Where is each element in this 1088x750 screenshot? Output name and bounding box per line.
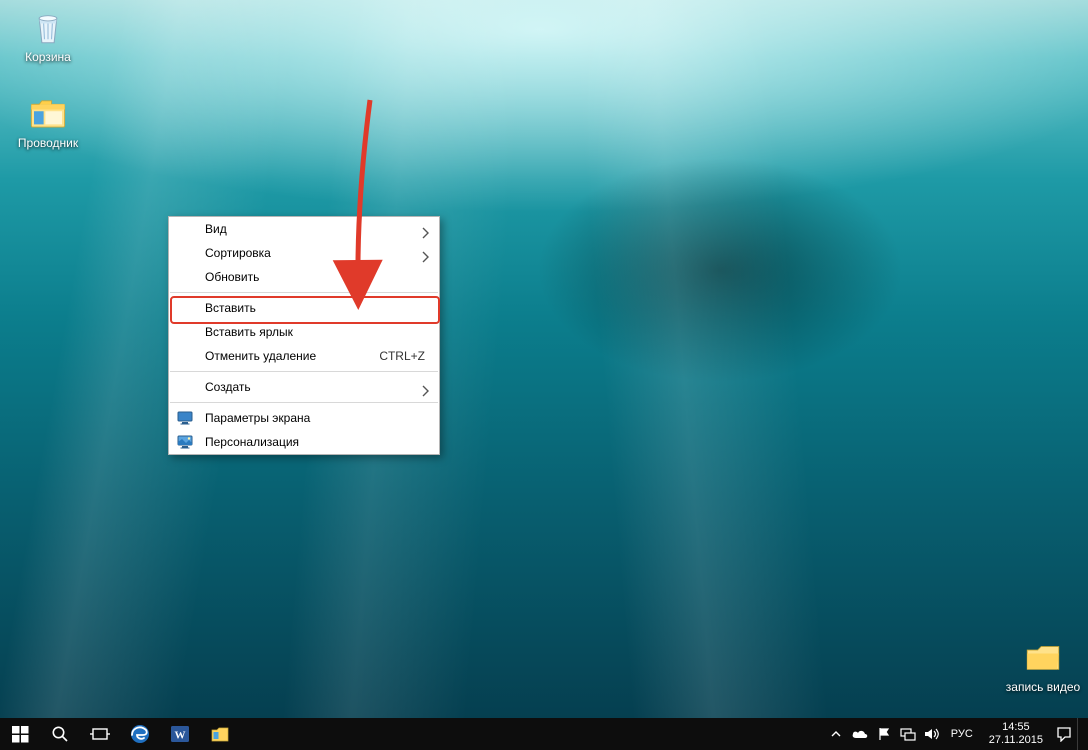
system-tray: РУС 14:55 27.11.2015 — [825, 718, 1088, 750]
menu-item-personalize[interactable]: Персонализация — [169, 430, 439, 454]
tray-defender[interactable] — [873, 718, 895, 750]
taskbar-app-word[interactable]: W — [160, 718, 200, 750]
desktop-icon-video-folder[interactable]: запись видео — [1005, 636, 1081, 694]
menu-item-label: Вставить ярлык — [205, 325, 293, 339]
notification-icon — [1056, 726, 1072, 742]
menu-separator — [170, 402, 438, 403]
desktop-icon-label: Проводник — [10, 136, 86, 150]
tray-language[interactable]: РУС — [945, 728, 979, 740]
menu-item-label: Отменить удаление — [205, 349, 316, 363]
desktop-context-menu: Вид Сортировка Обновить Вставить Вставит… — [168, 216, 440, 455]
folder-icon — [1022, 636, 1064, 678]
menu-item-label: Персонализация — [205, 435, 299, 449]
search-button[interactable] — [40, 718, 80, 750]
menu-separator — [170, 371, 438, 372]
tray-action-center[interactable] — [1053, 718, 1075, 750]
taskbar-app-file-explorer[interactable] — [200, 718, 240, 750]
tray-clock[interactable]: 14:55 27.11.2015 — [981, 721, 1051, 747]
desktop-icon-file-explorer[interactable]: Проводник — [10, 92, 86, 150]
menu-shortcut: CTRL+Z — [379, 344, 425, 368]
menu-item-label: Обновить — [205, 270, 259, 284]
desktop-icon-label: запись видео — [1005, 680, 1081, 694]
recycle-bin-icon — [27, 6, 69, 48]
desktop-icon-recycle-bin[interactable]: Корзина — [10, 6, 86, 64]
cloud-icon — [851, 728, 869, 740]
menu-item-undo-delete[interactable]: Отменить удаление CTRL+Z — [169, 344, 439, 368]
menu-item-sort[interactable]: Сортировка — [169, 241, 439, 265]
desktop[interactable]: Корзина Проводник запись видео Вид — [0, 0, 1088, 718]
taskbar: W — [0, 718, 1088, 750]
tray-chevron-up[interactable] — [825, 718, 847, 750]
menu-item-label: Вид — [205, 222, 227, 236]
flag-icon — [877, 727, 891, 741]
speaker-icon — [924, 727, 940, 741]
svg-text:W: W — [175, 730, 186, 742]
menu-item-view[interactable]: Вид — [169, 217, 439, 241]
menu-item-paste-shortcut[interactable]: Вставить ярлык — [169, 320, 439, 344]
task-view-icon — [90, 726, 110, 742]
chevron-right-icon — [421, 381, 429, 405]
desktop-icon-label: Корзина — [10, 50, 86, 64]
menu-item-label: Создать — [205, 380, 251, 394]
tray-volume[interactable] — [921, 718, 943, 750]
personalize-icon — [177, 434, 193, 450]
menu-item-label: Параметры экрана — [205, 411, 310, 425]
taskbar-app-edge[interactable] — [120, 718, 160, 750]
search-icon — [51, 725, 69, 743]
file-explorer-icon — [209, 723, 231, 745]
windows-logo-icon — [12, 726, 29, 743]
file-explorer-icon — [27, 92, 69, 134]
edge-icon — [129, 723, 151, 745]
menu-item-label: Сортировка — [205, 246, 271, 260]
menu-item-display-settings[interactable]: Параметры экрана — [169, 406, 439, 430]
network-icon — [900, 727, 916, 741]
annotation-arrow — [0, 0, 1088, 718]
menu-item-label: Вставить — [205, 301, 256, 315]
language-label: РУС — [951, 728, 973, 740]
tray-network[interactable] — [897, 718, 919, 750]
monitor-icon — [177, 410, 193, 426]
show-desktop-button[interactable] — [1077, 718, 1084, 750]
clock-time: 14:55 — [989, 721, 1043, 734]
tray-onedrive[interactable] — [849, 718, 871, 750]
chevron-up-icon — [830, 728, 842, 740]
menu-item-new[interactable]: Создать — [169, 375, 439, 399]
menu-separator — [170, 292, 438, 293]
start-button[interactable] — [0, 718, 40, 750]
word-icon: W — [169, 723, 191, 745]
menu-item-refresh[interactable]: Обновить — [169, 265, 439, 289]
clock-date: 27.11.2015 — [989, 734, 1043, 747]
menu-item-paste[interactable]: Вставить — [169, 296, 439, 320]
task-view-button[interactable] — [80, 718, 120, 750]
